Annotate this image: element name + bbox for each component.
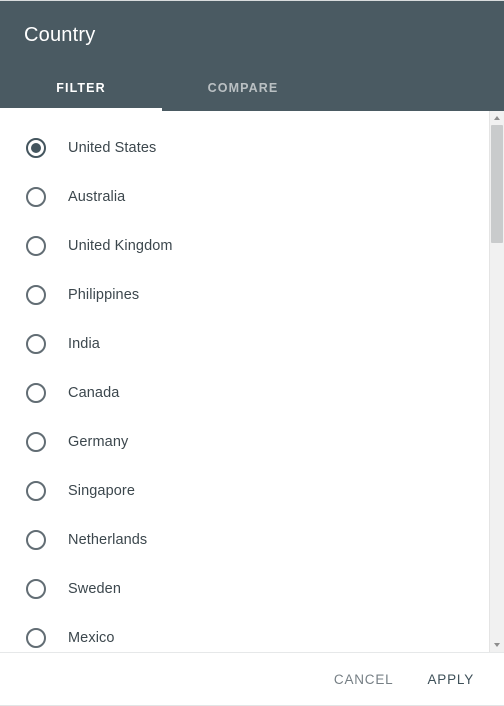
radio-icon[interactable] [26, 333, 46, 354]
chevron-up-icon[interactable] [490, 111, 504, 125]
list-item[interactable]: Mexico [0, 613, 489, 652]
list-item-label: Germany [68, 433, 129, 450]
radio-icon[interactable] [26, 186, 46, 207]
radio-icon[interactable] [26, 382, 46, 403]
radio-icon[interactable] [26, 284, 46, 305]
chevron-down-icon[interactable] [490, 638, 504, 652]
apply-button[interactable]: APPLY [415, 664, 486, 695]
radio-icon[interactable] [26, 137, 46, 158]
tab-filter[interactable]: FILTER [0, 65, 162, 111]
list-item-label: United Kingdom [68, 237, 173, 254]
list-item-label: Sweden [68, 580, 121, 597]
list-item-label: Mexico [68, 629, 115, 646]
list-item-label: United States [68, 139, 157, 156]
country-filter-dialog: Country FILTER COMPARE United States Aus… [0, 0, 504, 706]
list-item-label: Singapore [68, 482, 136, 499]
list-item[interactable]: United States [0, 123, 489, 172]
radio-icon[interactable] [26, 578, 46, 599]
list-item[interactable]: Canada [0, 368, 489, 417]
list-item[interactable]: United Kingdom [0, 221, 489, 270]
radio-icon[interactable] [26, 235, 46, 256]
list-item[interactable]: Sweden [0, 564, 489, 613]
list-item-label: Netherlands [68, 531, 148, 548]
list-item-label: Philippines [68, 286, 140, 303]
list-item[interactable]: India [0, 319, 489, 368]
page-title: Country [24, 24, 96, 46]
tab-filter-label: FILTER [56, 81, 106, 95]
list-item-label: Australia [68, 188, 126, 205]
list-item[interactable]: Netherlands [0, 515, 489, 564]
list-item[interactable]: Singapore [0, 466, 489, 515]
tab-bar: FILTER COMPARE [0, 65, 504, 111]
tab-compare-label: COMPARE [207, 81, 279, 95]
radio-icon[interactable] [26, 627, 46, 648]
cancel-button[interactable]: CANCEL [322, 664, 406, 695]
list-item[interactable]: Germany [0, 417, 489, 466]
radio-icon[interactable] [26, 431, 46, 452]
radio-icon[interactable] [26, 480, 46, 501]
list-item-label: Canada [68, 384, 120, 401]
list-scrollbar[interactable] [489, 111, 504, 652]
country-option-list: United States Australia United Kingdom P… [0, 111, 489, 652]
dialog-footer: CANCEL APPLY [0, 652, 504, 705]
options-region: United States Australia United Kingdom P… [0, 111, 504, 652]
list-item[interactable]: Australia [0, 172, 489, 221]
tab-compare[interactable]: COMPARE [162, 65, 324, 111]
radio-icon[interactable] [26, 529, 46, 550]
dialog-header: Country FILTER COMPARE [0, 1, 504, 111]
list-item-label: India [68, 335, 100, 352]
scrollbar-thumb[interactable] [491, 125, 503, 243]
list-item[interactable]: Philippines [0, 270, 489, 319]
